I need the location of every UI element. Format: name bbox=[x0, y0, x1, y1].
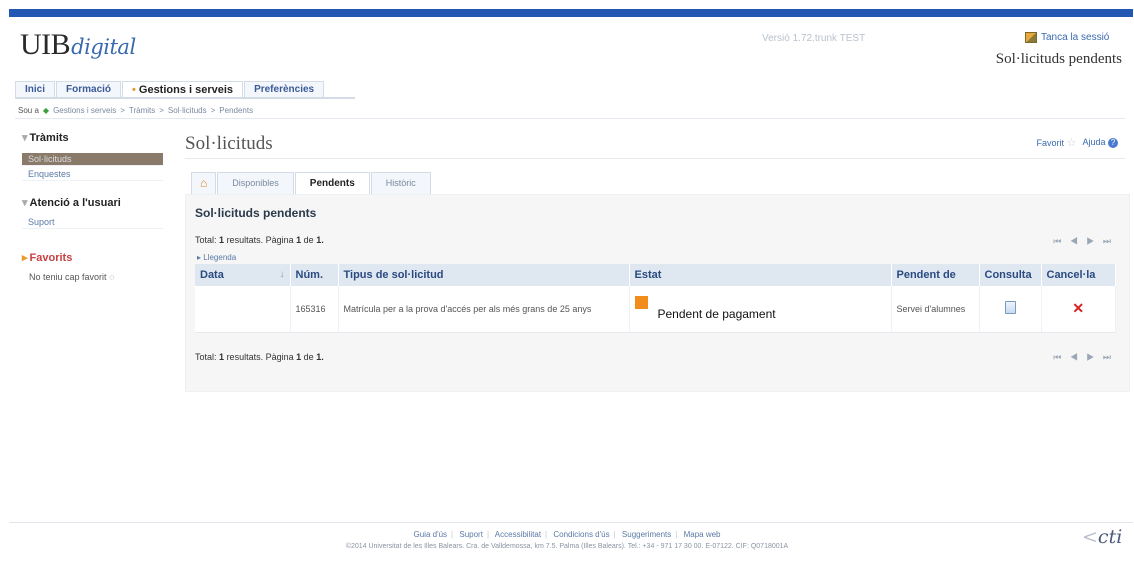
logout-icon bbox=[1025, 32, 1037, 43]
status-label: Pendent de pagament bbox=[657, 306, 776, 321]
results-summary-bottom: Total: 1 resultats. Pàgina 1 de 1. bbox=[195, 352, 324, 362]
footer-copyright: ©2014 Universitat de les Illes Balears. … bbox=[345, 543, 789, 550]
main-title: Sol·licituds bbox=[185, 133, 273, 154]
star-icon: ☆ bbox=[1066, 137, 1077, 149]
cell-num: 165316 bbox=[290, 286, 339, 333]
footer-link-mapa-web[interactable]: Mapa web bbox=[684, 530, 721, 539]
help-icon: ? bbox=[1108, 138, 1118, 148]
footer-link-guia[interactable]: Guia d'ús bbox=[414, 530, 448, 539]
footer-link-suport[interactable]: Suport bbox=[459, 530, 483, 539]
column-header-tipus[interactable]: Tipus de sol·licitud bbox=[338, 264, 630, 286]
footer-link-suggeriments[interactable]: Suggeriments bbox=[622, 530, 671, 539]
logout-label: Tanca la sessió bbox=[1041, 32, 1110, 43]
footer-link-accessibilitat[interactable]: Accessibilitat bbox=[495, 530, 541, 539]
table-header-row: Data ↓ Núm. Tipus de sol·licitud Estat Pe… bbox=[195, 264, 1116, 286]
cell-pendent-de: Servei d'alumnes bbox=[891, 286, 980, 333]
tab-gestions-i-serveis[interactable]: • Gestions i serveis bbox=[122, 81, 244, 97]
sort-down-icon: ↓ bbox=[279, 269, 285, 280]
sidebar-item-suport[interactable]: Suport bbox=[22, 216, 163, 229]
pager-bottom[interactable]: ⏮ ◀ ▶ ⏭ bbox=[1053, 352, 1114, 363]
sidebar-item-sollicituds[interactable]: Sol·licituds bbox=[22, 153, 163, 166]
cti-logo[interactable]: <cti bbox=[1082, 526, 1122, 548]
footer-link-condicions[interactable]: Condicions d'ús bbox=[553, 530, 609, 539]
uib-digital-logo[interactable]: UIBdigital bbox=[20, 28, 136, 62]
cell-consulta bbox=[979, 286, 1042, 333]
active-tab-marker-icon: • bbox=[132, 84, 136, 96]
tab-pendents[interactable]: Pendents bbox=[294, 172, 370, 194]
ajuda-link[interactable]: Ajuda ? bbox=[1082, 137, 1118, 148]
consult-document-icon[interactable] bbox=[1004, 301, 1016, 315]
breadcrumb: Sou a ◆ Gestions i serveis > Tràmits > Sol… bbox=[18, 106, 254, 115]
main-navigation: Inici Formació • Gestions i serveis Prefe… bbox=[15, 81, 355, 99]
favorite-help-links: Favorit ☆ Ajuda ? bbox=[1037, 136, 1118, 149]
subtabs: ⌂ Disponibles Pendents Històric bbox=[191, 172, 432, 194]
results-summary-top: Total: 1 resultats. Pàgina 1 de 1. bbox=[195, 235, 324, 245]
breadcrumb-divider bbox=[15, 118, 1125, 119]
cell-data bbox=[195, 286, 291, 333]
top-accent-bar bbox=[9, 9, 1133, 17]
favorit-link[interactable]: Favorit ☆ bbox=[1037, 136, 1077, 149]
sidebar-favorites-title: ▸ Favorits bbox=[22, 252, 73, 264]
home-icon: ⌂ bbox=[200, 176, 208, 190]
tab-inici[interactable]: Inici bbox=[15, 81, 56, 97]
version-label: Versió 1.72.trunk TEST bbox=[762, 33, 866, 44]
pager-top[interactable]: ⏮ ◀ ▶ ⏭ bbox=[1053, 236, 1114, 247]
sidebar-section-tramits[interactable]: ▾ Tràmits bbox=[22, 131, 69, 144]
footer-divider bbox=[9, 522, 1133, 523]
logout-link[interactable]: Tanca la sessió bbox=[1025, 32, 1109, 43]
breadcrumb-item-tramits[interactable]: Tràmits bbox=[129, 106, 155, 115]
sidebar-section-atencio[interactable]: ▾ Atenció a l'usuari bbox=[22, 196, 121, 209]
page-heading: Sol·licituds pendents bbox=[995, 51, 1122, 67]
tab-preferencies[interactable]: Preferències bbox=[244, 81, 325, 97]
tab-formacio[interactable]: Formació bbox=[56, 81, 122, 97]
legend-toggle[interactable]: ▸ Llegenda bbox=[197, 253, 236, 262]
breadcrumb-arrow-icon: ◆ bbox=[42, 106, 50, 115]
breadcrumb-item-pendents: Pendents bbox=[219, 106, 254, 115]
panel-title: Sol·licituds pendents bbox=[195, 206, 317, 220]
breadcrumb-prefix: Sou a bbox=[18, 106, 39, 115]
column-header-num[interactable]: Núm. bbox=[290, 264, 339, 286]
column-header-estat[interactable]: Estat bbox=[629, 264, 892, 286]
column-header-pendent-de[interactable]: Pendent de bbox=[891, 264, 980, 286]
tab-disponibles[interactable]: Disponibles bbox=[217, 172, 294, 194]
favorites-empty-note: No teniu cap favorit ◌ bbox=[29, 272, 115, 282]
cell-estat: Pendent de pagament bbox=[629, 286, 892, 333]
cancel-x-icon[interactable]: ✕ bbox=[1072, 300, 1084, 316]
tab-home[interactable]: ⌂ bbox=[191, 172, 217, 194]
breadcrumb-item-gestions[interactable]: Gestions i serveis bbox=[53, 106, 116, 115]
column-header-data[interactable]: Data ↓ bbox=[195, 264, 291, 286]
column-header-cancella: Cancel·la bbox=[1041, 264, 1116, 286]
speech-bubble-icon: ◌ bbox=[109, 272, 115, 282]
breadcrumb-item-sollicituds[interactable]: Sol·licituds bbox=[168, 106, 207, 115]
footer-links: Guia d'ús | Suport | Accessibilitat | Condi… bbox=[413, 530, 721, 539]
table-row: 165316 Matrícula per a la prova d'accés … bbox=[195, 286, 1116, 333]
sidebar-item-enquestes[interactable]: Enquestes bbox=[22, 168, 163, 181]
title-divider bbox=[185, 158, 1125, 159]
status-swatch bbox=[634, 296, 648, 310]
column-header-consulta: Consulta bbox=[979, 264, 1042, 286]
cell-tipus: Matrícula per a la prova d'accés per als… bbox=[338, 286, 630, 333]
tab-historic[interactable]: Històric bbox=[370, 172, 431, 194]
cell-cancella: ✕ bbox=[1041, 286, 1116, 333]
requests-table: Data ↓ Núm. Tipus de sol·licitud Estat Pe… bbox=[195, 264, 1116, 333]
